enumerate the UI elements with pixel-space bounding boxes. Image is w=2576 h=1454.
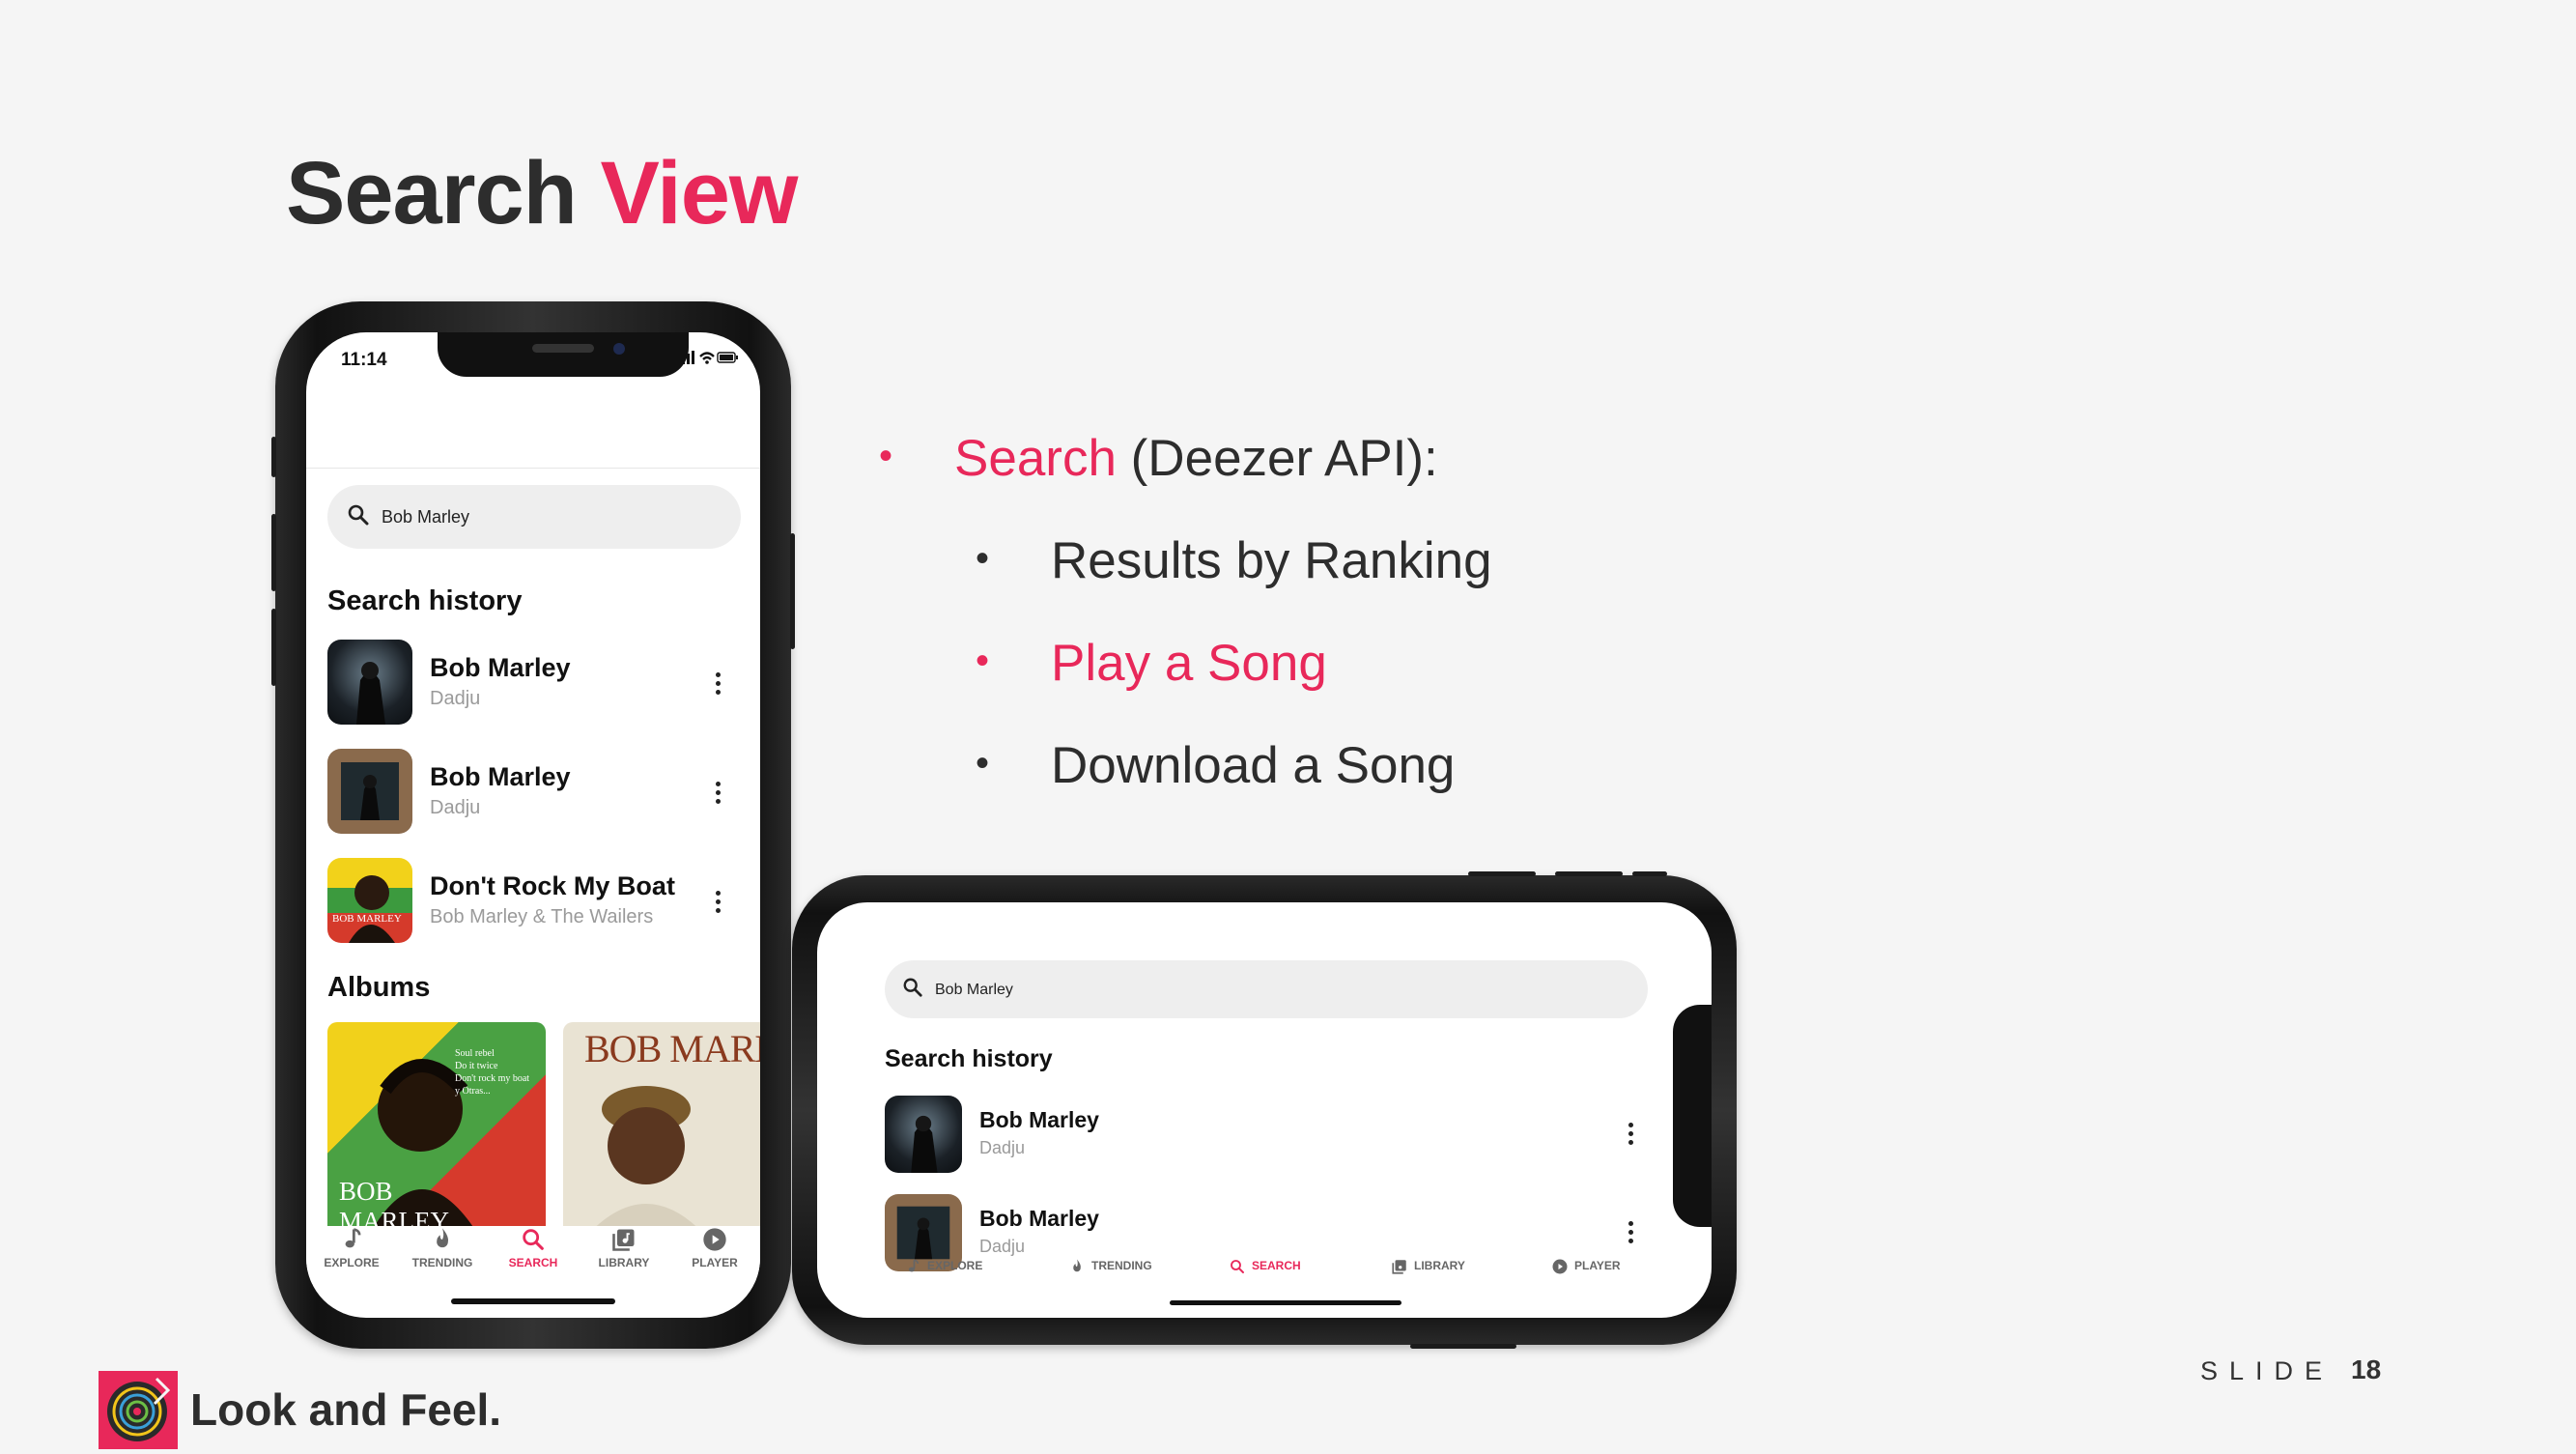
bullet-results: • Results by Ranking [976, 532, 1492, 589]
music-note-icon [345, 1228, 361, 1248]
bullet-text: Play a Song [1051, 635, 1327, 692]
volume-up-button [1468, 871, 1536, 876]
tab-trending[interactable]: TRENDING [1068, 1258, 1152, 1275]
list-item[interactable]: BOB MARLEY Don't Rock My Boat Bob Marley… [306, 858, 760, 947]
album-cover-note: Soul rebel Do it twice Don't rock my boa… [455, 1048, 530, 1097]
volume-down-button [271, 609, 276, 686]
notch [438, 332, 689, 377]
tab-trending[interactable]: TRENDING [397, 1226, 488, 1269]
more-options-icon[interactable] [716, 782, 722, 808]
library-icon [1392, 1260, 1406, 1274]
bullet-text: (Deezer API): [1116, 430, 1438, 487]
phone-portrait: 11:14 Bob Marley Search history Bob Marl… [271, 301, 795, 1349]
home-indicator [1170, 1300, 1401, 1305]
bullet-search: • Search (Deezer API): [879, 430, 1438, 487]
volume-down-button [1555, 871, 1623, 876]
slide-title: Search View [286, 143, 798, 244]
album-thumbnail [327, 749, 412, 834]
mute-switch [1632, 871, 1667, 876]
tab-search[interactable]: SEARCH [1229, 1258, 1301, 1275]
app-screen-portrait: 11:14 Bob Marley Search history Bob Marl… [306, 332, 760, 1318]
item-subtitle: Dadju [979, 1138, 1026, 1157]
thumbnail-caption: BOB MARLEY [332, 913, 402, 925]
library-icon [612, 1229, 635, 1251]
app-screen-landscape: Bob Marley Search history Bob Marley Dad… [817, 902, 1712, 1318]
play-circle-icon [1552, 1259, 1568, 1274]
tab-explore[interactable]: EXPLORE [904, 1258, 982, 1275]
slide-title-accent: View [600, 144, 798, 242]
more-options-icon[interactable] [1628, 1123, 1634, 1149]
tab-bar: EXPLORE TRENDING SEARCH LIBRARY PLAYER [817, 1258, 1712, 1287]
bullet-text: Download a Song [1051, 737, 1456, 794]
tab-library[interactable]: LIBRARY [579, 1226, 669, 1269]
tab-bar: EXPLORE TRENDING SEARCH LIBRARY PLAYER [306, 1226, 760, 1284]
search-value: Bob Marley [382, 507, 470, 527]
search-input[interactable]: Bob Marley [327, 485, 741, 549]
tab-explore[interactable]: EXPLORE [306, 1226, 397, 1269]
power-button [1410, 1344, 1516, 1349]
flame-icon [437, 1228, 448, 1248]
tab-library[interactable]: LIBRARY [1391, 1258, 1465, 1275]
item-subtitle: Dadju [430, 688, 481, 709]
slide-label: SLIDE [2200, 1356, 2335, 1385]
notch [1673, 1005, 1712, 1227]
bullet-highlight: Search [954, 430, 1117, 487]
status-icons [677, 350, 739, 369]
footer-title: Look and Feel. [190, 1384, 502, 1435]
album-thumbnail [327, 640, 412, 725]
item-subtitle: Dadju [979, 1237, 1026, 1256]
slide-number: 18 [2351, 1354, 2382, 1384]
search-input[interactable]: Bob Marley [885, 960, 1648, 1018]
status-time: 11:14 [341, 350, 387, 370]
search-history-heading: Search history [327, 585, 523, 616]
album-card[interactable]: Soul rebel Do it twice Don't rock my boa… [327, 1022, 546, 1240]
search-icon [903, 978, 922, 997]
tab-player[interactable]: PLAYER [1551, 1258, 1621, 1275]
home-indicator [451, 1298, 615, 1304]
bullet-play: • Play a Song [976, 635, 1327, 692]
more-options-icon[interactable] [716, 672, 722, 698]
item-title: Bob Marley [430, 653, 571, 682]
more-options-icon[interactable] [716, 891, 722, 917]
slide-title-main: Search [286, 144, 578, 242]
albums-heading: Albums [327, 972, 431, 1003]
search-icon [523, 1229, 544, 1250]
search-icon [348, 504, 369, 526]
search-value: Bob Marley [935, 982, 1013, 998]
phone-landscape: Bob Marley Search history Bob Marley Dad… [792, 871, 1737, 1349]
list-item[interactable]: Bob Marley Dadju [306, 749, 760, 838]
more-options-icon[interactable] [1628, 1221, 1634, 1247]
list-item[interactable]: Bob Marley Dadju [817, 1096, 1667, 1175]
item-title: Bob Marley [430, 762, 571, 791]
tab-player[interactable]: PLAYER [669, 1226, 760, 1269]
album-cover-title: BOB MARLEY [584, 1027, 760, 1070]
item-title: Bob Marley [979, 1206, 1099, 1231]
item-subtitle: Bob Marley & The Wailers [430, 906, 654, 927]
item-title: Bob Marley [979, 1107, 1099, 1132]
power-button [790, 533, 795, 649]
search-history-heading: Search history [885, 1045, 1053, 1072]
album-card[interactable]: BOB MARLEY [563, 1022, 760, 1240]
album-thumbnail [885, 1096, 962, 1173]
mute-switch [271, 437, 276, 477]
bullet-text: Results by Ranking [1051, 532, 1492, 589]
play-circle-icon [703, 1228, 726, 1251]
search-icon [1231, 1260, 1244, 1273]
tab-search[interactable]: SEARCH [488, 1226, 579, 1269]
music-note-icon [908, 1259, 920, 1272]
flame-icon [1073, 1259, 1081, 1272]
signal-wifi-battery-icon [677, 351, 738, 364]
album-thumbnail: BOB MARLEY [327, 858, 412, 943]
item-title: Don't Rock My Boat [430, 871, 675, 900]
bullet-download: • Download a Song [976, 737, 1456, 794]
vinyl-logo-icon [99, 1371, 178, 1449]
volume-up-button [271, 514, 276, 591]
item-subtitle: Dadju [430, 797, 481, 818]
list-item[interactable]: Bob Marley Dadju [306, 640, 760, 728]
